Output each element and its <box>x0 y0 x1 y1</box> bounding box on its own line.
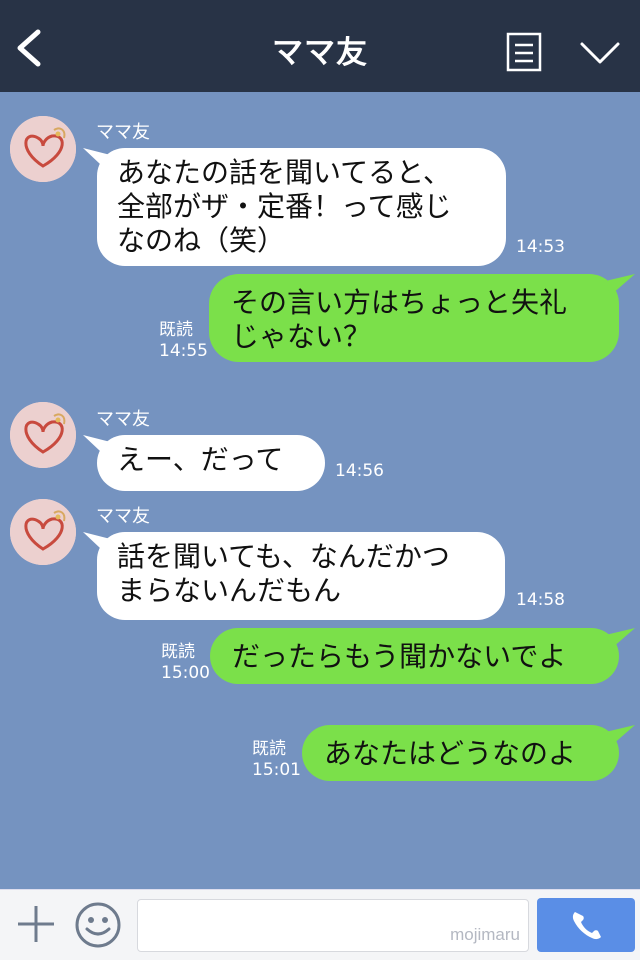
outgoing-message-bubble[interactable]: だったらもう聞かないでよ <box>210 628 619 684</box>
message-input[interactable]: mojimaru <box>137 899 529 952</box>
read-receipt: 既読 <box>159 320 193 340</box>
collapse-button[interactable] <box>578 38 622 68</box>
message-meta: 既読 15:01 <box>252 739 301 781</box>
avatar[interactable] <box>10 402 76 468</box>
memo-icon <box>506 32 542 72</box>
message-meta: 既読 15:00 <box>161 642 210 684</box>
add-attachment-button[interactable] <box>14 902 58 946</box>
read-receipt: 既読 <box>252 739 286 759</box>
chat-header: ママ友 <box>0 0 640 92</box>
heart-avatar-icon <box>10 116 76 182</box>
message-composer: mojimaru <box>0 889 640 960</box>
phone-icon <box>572 912 601 940</box>
message-time: 14:58 <box>516 590 565 610</box>
call-button[interactable] <box>537 898 635 952</box>
outgoing-message-bubble[interactable]: その言い方はちょっと失礼 じゃない？ <box>209 274 619 362</box>
avatar[interactable] <box>10 116 76 182</box>
message-time: 14:53 <box>516 237 565 257</box>
chat-title: ママ友 <box>272 35 368 71</box>
watermark-text: mojimaru <box>450 925 520 944</box>
read-receipt: 既読 <box>161 642 195 662</box>
avatar[interactable] <box>10 499 76 565</box>
plus-icon <box>18 906 54 942</box>
sender-name: ママ友 <box>96 506 150 527</box>
incoming-message-bubble[interactable]: 話を聞いても、なんだかつ まらないんだもん <box>97 532 505 620</box>
heart-avatar-icon <box>10 402 76 468</box>
message-time: 15:01 <box>252 760 301 780</box>
chat-area[interactable]: ママ友 あなたの話を聞いてると、 全部がザ・定番！って感じ なのね（笑） 14:… <box>0 92 640 889</box>
incoming-message-bubble[interactable]: えー、だって <box>97 435 325 491</box>
sender-name: ママ友 <box>96 409 150 430</box>
chevron-down-icon <box>580 42 620 64</box>
sticker-button[interactable] <box>74 901 122 949</box>
memo-button[interactable] <box>506 32 542 72</box>
incoming-message-bubble[interactable]: あなたの話を聞いてると、 全部がザ・定番！って感じ なのね（笑） <box>97 148 506 266</box>
sender-name: ママ友 <box>96 122 150 143</box>
message-time: 15:00 <box>161 663 210 683</box>
heart-avatar-icon <box>10 499 76 565</box>
outgoing-message-bubble[interactable]: あなたはどうなのよ <box>302 725 619 781</box>
message-time: 14:55 <box>159 341 208 361</box>
message-meta: 既読 14:55 <box>159 320 208 362</box>
smiley-icon <box>75 902 121 948</box>
message-time: 14:56 <box>335 461 384 481</box>
